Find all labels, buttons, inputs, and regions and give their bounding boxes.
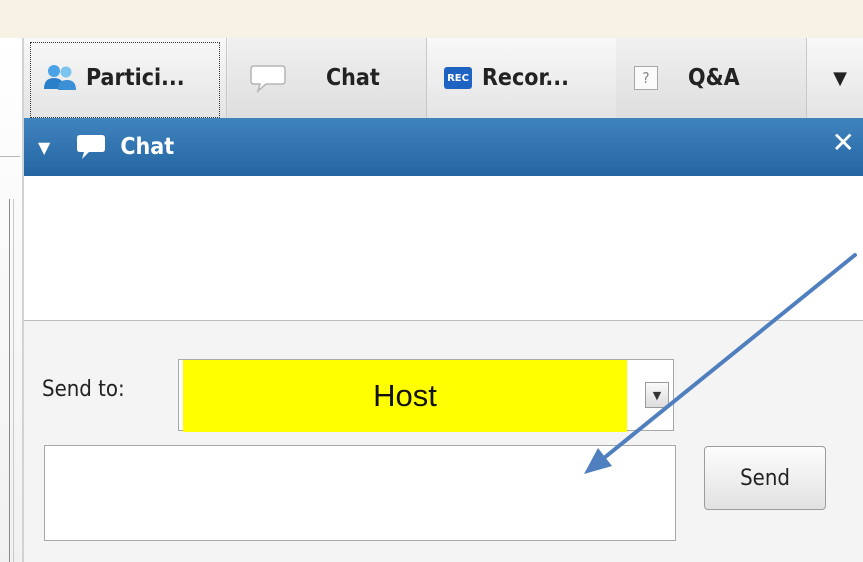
chevron-down-icon: ▼ [833, 67, 847, 89]
tab-qa-label: Q&A [688, 65, 740, 91]
send-to-value: Host [183, 360, 627, 432]
chat-message-input[interactable] [44, 445, 676, 541]
record-icon-text: REC [447, 72, 469, 84]
tab-chat[interactable]: Chat [228, 38, 426, 118]
chat-panel-header: ▼ Chat ✕ [24, 118, 863, 176]
close-icon[interactable]: ✕ [832, 126, 855, 159]
panel-tab-bar: Partici... Chat REC Recor... ? Q&A ▼ [24, 38, 863, 119]
left-pane-scroll-edge [13, 199, 14, 562]
left-pane-divider [0, 156, 20, 157]
compose-area: Send to: Host ▼ Send [24, 321, 863, 562]
chat-bubble-icon [250, 63, 286, 93]
tab-divider [226, 38, 227, 118]
chat-header-icon [76, 133, 106, 161]
tab-participants[interactable]: Partici... [30, 38, 226, 118]
send-button[interactable]: Send [704, 446, 826, 510]
question-icon: ? [634, 66, 658, 90]
tab-qa[interactable]: ? Q&A [616, 38, 806, 118]
tab-recorder[interactable]: REC Recor... [426, 38, 616, 118]
top-margin [0, 0, 863, 38]
collapse-arrow-icon[interactable]: ▼ [38, 138, 50, 157]
focus-outline [30, 42, 220, 118]
tab-overflow-dropdown[interactable]: ▼ [820, 38, 860, 118]
chevron-down-icon: ▼ [652, 388, 662, 402]
tab-divider [806, 38, 807, 118]
tab-recorder-label: Recor... [482, 65, 569, 91]
panel-title: Chat [120, 134, 175, 160]
record-icon: REC [444, 67, 472, 89]
dropdown-button[interactable]: ▼ [645, 382, 669, 408]
send-to-label: Send to: [42, 377, 125, 402]
tab-chat-label: Chat [326, 65, 380, 91]
chat-message-area[interactable] [24, 176, 863, 321]
send-to-select[interactable]: Host ▼ [178, 359, 674, 432]
left-pane [0, 38, 23, 562]
question-icon-text: ? [642, 69, 650, 87]
left-pane-scroll-track [9, 199, 10, 562]
